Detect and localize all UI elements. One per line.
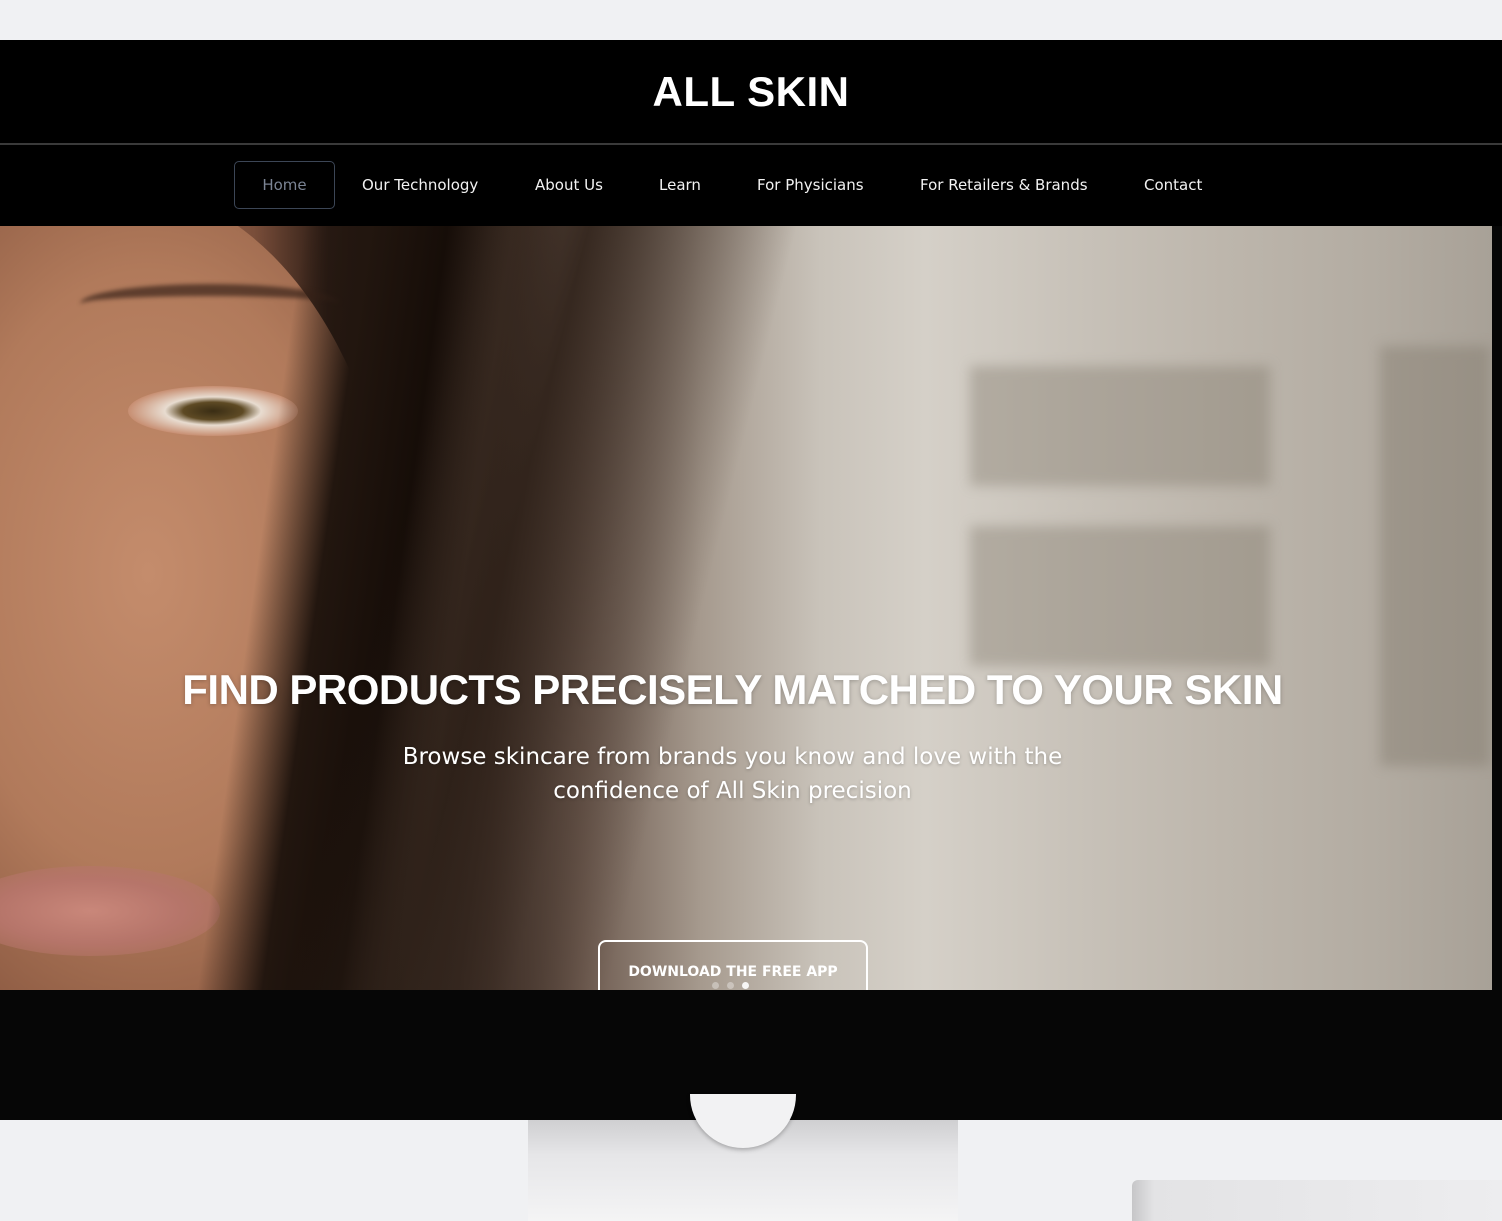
slider-dot[interactable] — [727, 982, 734, 989]
nav-item-learn[interactable]: Learn — [659, 161, 701, 209]
slider-dot[interactable] — [712, 982, 719, 989]
slider-dot[interactable] — [742, 982, 749, 989]
nav-item-our-technology[interactable]: Our Technology — [362, 161, 478, 209]
background-shelf — [970, 366, 1270, 486]
hero-eye-image — [128, 386, 298, 436]
nav-item-for-physicians[interactable]: For Physicians — [757, 161, 864, 209]
slider-dots — [712, 982, 749, 989]
nav-item-for-retailers-brands[interactable]: For Retailers & Brands — [920, 161, 1088, 209]
adjacent-device — [1132, 1180, 1502, 1221]
background-shelf — [970, 526, 1270, 666]
main-nav: Home Our Technology About Us Learn For P… — [0, 145, 1502, 226]
hero-headline: FIND PRODUCTS PRECISELY MATCHED TO YOUR … — [182, 666, 1283, 713]
brand-logo[interactable]: ALL SKIN — [0, 68, 1502, 116]
hero-banner: FIND PRODUCTS PRECISELY MATCHED TO YOUR … — [0, 226, 1492, 990]
nav-item-about-us[interactable]: About Us — [535, 161, 603, 209]
nav-item-home[interactable]: Home — [234, 161, 335, 209]
nav-item-contact[interactable]: Contact — [1144, 161, 1202, 209]
site-header: ALL SKIN — [0, 40, 1502, 143]
hero-subtext: Browse skincare from brands you know and… — [402, 744, 1063, 804]
